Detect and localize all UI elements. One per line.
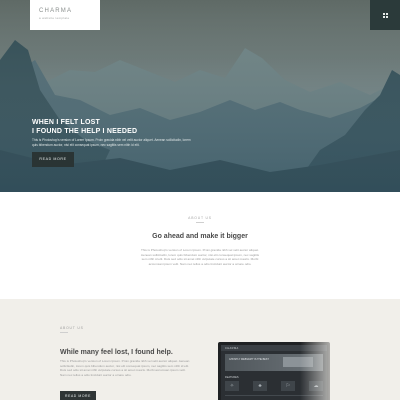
hero-heading-line1: WHEN I FELT LOST bbox=[32, 119, 101, 126]
hero-section: CHARMA a website template WHEN I FELT LO… bbox=[0, 0, 400, 192]
brand-logo[interactable]: CHARMA a website template bbox=[30, 0, 100, 30]
about-label: ABOUT US bbox=[188, 216, 212, 220]
screen-logo: CHARMA bbox=[225, 346, 239, 350]
section2-label: ABOUT US bbox=[60, 326, 84, 330]
about-text: This is Photoshop's version of Lorem Ips… bbox=[140, 248, 260, 266]
grid-icon bbox=[382, 12, 388, 18]
brand-name: CHARMA bbox=[39, 8, 73, 14]
hero-text: This is Photoshop's version of Lorem Ips… bbox=[32, 138, 191, 147]
divider bbox=[60, 332, 68, 333]
screen-caption: GHOSTLY WEBSIGHT IS THE BEST bbox=[229, 358, 269, 361]
menu-button[interactable] bbox=[370, 0, 400, 30]
brand-tagline: a website template bbox=[39, 16, 70, 20]
screen-feature-icon: ✧ bbox=[225, 381, 239, 391]
screen-feature-icon: ♣ bbox=[253, 381, 267, 391]
section2-heading: While many feel lost, I found help. bbox=[60, 349, 173, 356]
hero-read-more-button[interactable]: READ MORE bbox=[32, 152, 74, 167]
screen-feature-icon: ⚐ bbox=[281, 381, 295, 391]
section2-read-more-button[interactable]: READ MORE bbox=[60, 391, 96, 400]
features-section: ABOUT US While many feel lost, I found h… bbox=[0, 299, 400, 400]
about-section: ABOUT US Go ahead and make it bigger Thi… bbox=[0, 192, 400, 299]
about-heading: Go ahead and make it bigger bbox=[152, 233, 248, 240]
divider bbox=[196, 222, 204, 223]
device-fade-overlay bbox=[300, 339, 340, 400]
section2-text: This is Photoshop's version of Lorem Ips… bbox=[60, 359, 190, 377]
hero-heading-line2: I FOUND THE HELP I NEEDED bbox=[32, 128, 138, 135]
screen-title: FEATURES bbox=[225, 376, 239, 379]
hero-heading: WHEN I FELT LOST I FOUND THE HELP I NEED… bbox=[32, 118, 192, 136]
